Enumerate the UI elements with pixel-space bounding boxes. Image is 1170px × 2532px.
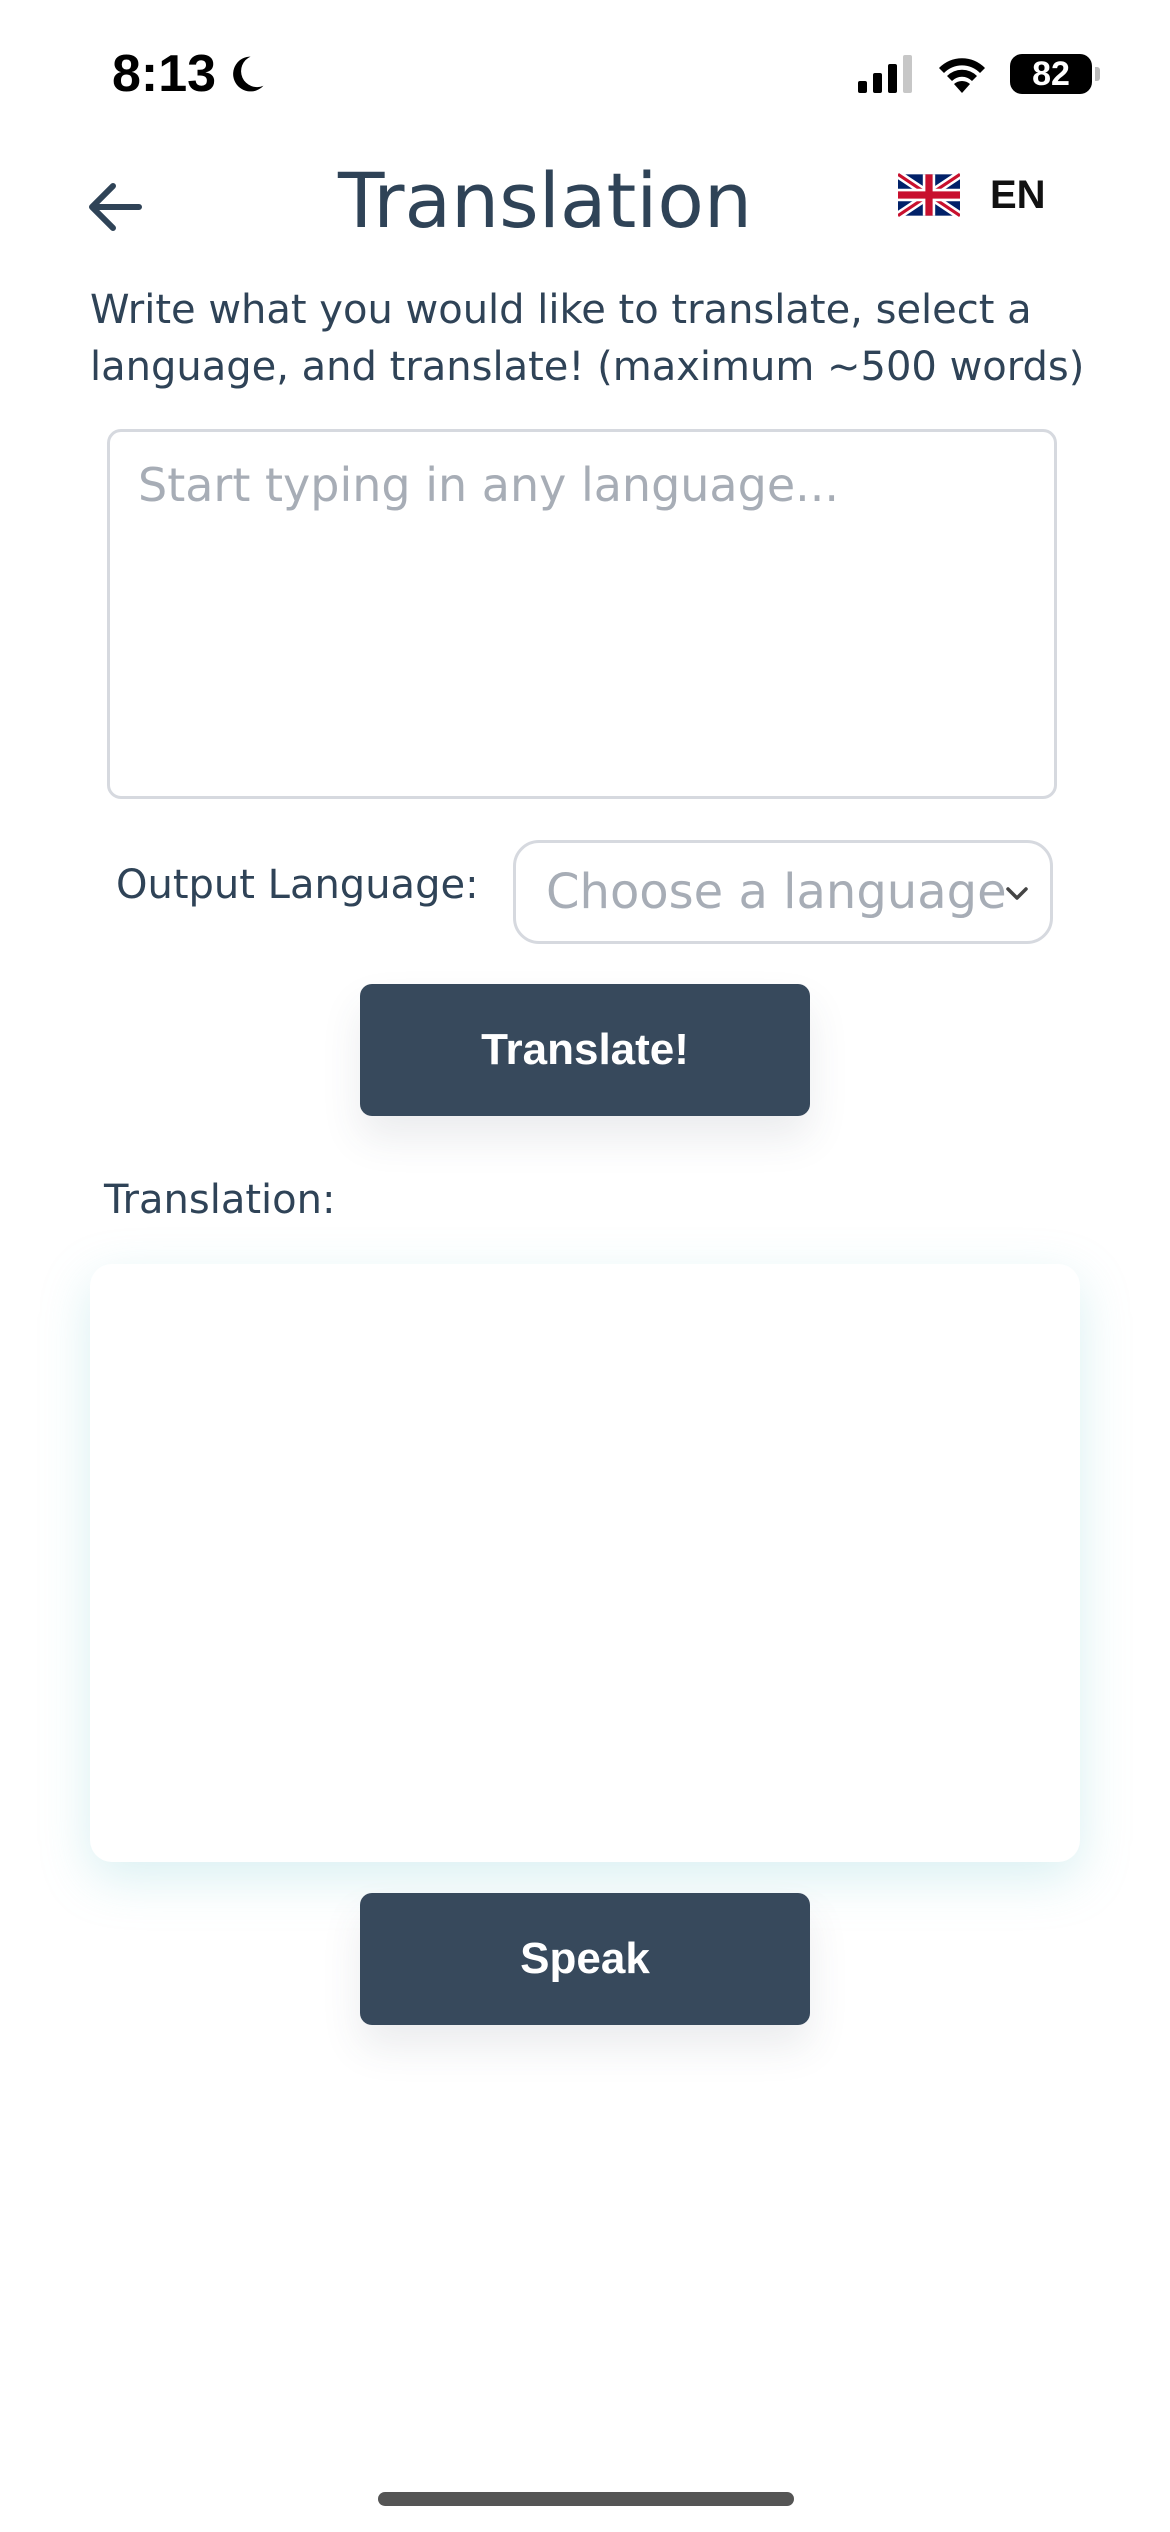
speak-button[interactable]: Speak [360, 1893, 810, 2025]
status-icons: 82 [858, 54, 1100, 94]
wifi-icon [939, 58, 985, 93]
source-text-input[interactable] [107, 429, 1057, 799]
instructions-text: Write what you would like to translate, … [90, 287, 1085, 390]
signal-icon [858, 55, 912, 93]
header: Translation EN [0, 150, 1170, 260]
uk-flag-icon [898, 170, 960, 220]
language-switcher[interactable]: EN [898, 170, 1046, 220]
language-code: EN [990, 172, 1046, 217]
status-time: 8:13 [112, 44, 268, 104]
status-bar: 8:13 82 [0, 0, 1170, 150]
language-select[interactable]: Choose a language [513, 840, 1053, 944]
translation-label: Translation: [104, 1177, 336, 1223]
battery-nub [1095, 67, 1100, 81]
clock-time: 8:13 [112, 45, 217, 103]
chevron-down-icon [1006, 887, 1028, 900]
output-language-label: Output Language: [116, 862, 479, 908]
translate-button[interactable]: Translate! [360, 984, 810, 1116]
battery-level: 82 [1032, 54, 1070, 93]
language-select-value: Choose a language [546, 864, 1007, 920]
battery-icon: 82 [1010, 54, 1100, 94]
home-indicator[interactable] [378, 2492, 794, 2506]
translation-output [90, 1264, 1080, 1862]
moon-icon [233, 56, 264, 92]
